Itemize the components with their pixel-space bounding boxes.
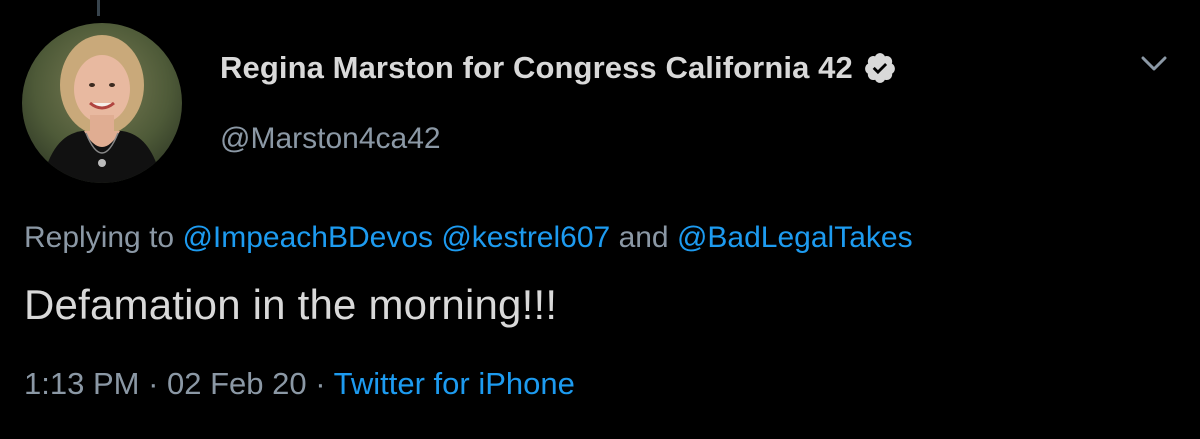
replying-to-label: Replying to [24,221,175,254]
tweet-date[interactable]: 02 Feb 20 [167,366,307,401]
mention-conjunction: and [618,221,669,254]
meta-separator: · [315,366,326,401]
author-display-name[interactable]: Regina Marston for Congress California 4… [220,50,853,86]
mention-link-badlegaltakes[interactable]: @BadLegalTakes [677,221,913,254]
chevron-down-icon[interactable] [1140,54,1168,74]
tweet-text: Defamation in the morning!!! [24,281,558,328]
tweet-meta: 1:13 PM · 02 Feb 20 · Twitter for iPhone [24,366,575,402]
tweet-time[interactable]: 1:13 PM [24,366,139,401]
verified-badge-icon [863,51,897,85]
author-name-row: Regina Marston for Congress California 4… [220,50,897,86]
replying-to-line: Replying to @ImpeachBDevos @kestrel607 a… [24,221,913,255]
avatar[interactable] [22,23,182,183]
author-handle[interactable]: @Marston4ca42 [220,122,441,156]
tweet-source-link[interactable]: Twitter for iPhone [334,366,575,401]
meta-separator: · [148,366,159,401]
mention-link-impeachbdevos[interactable]: @ImpeachBDevos [182,221,433,254]
avatar-photo-icon [22,23,182,183]
thread-connector-line [97,0,100,16]
mention-link-kestrel607[interactable]: @kestrel607 [441,221,610,254]
